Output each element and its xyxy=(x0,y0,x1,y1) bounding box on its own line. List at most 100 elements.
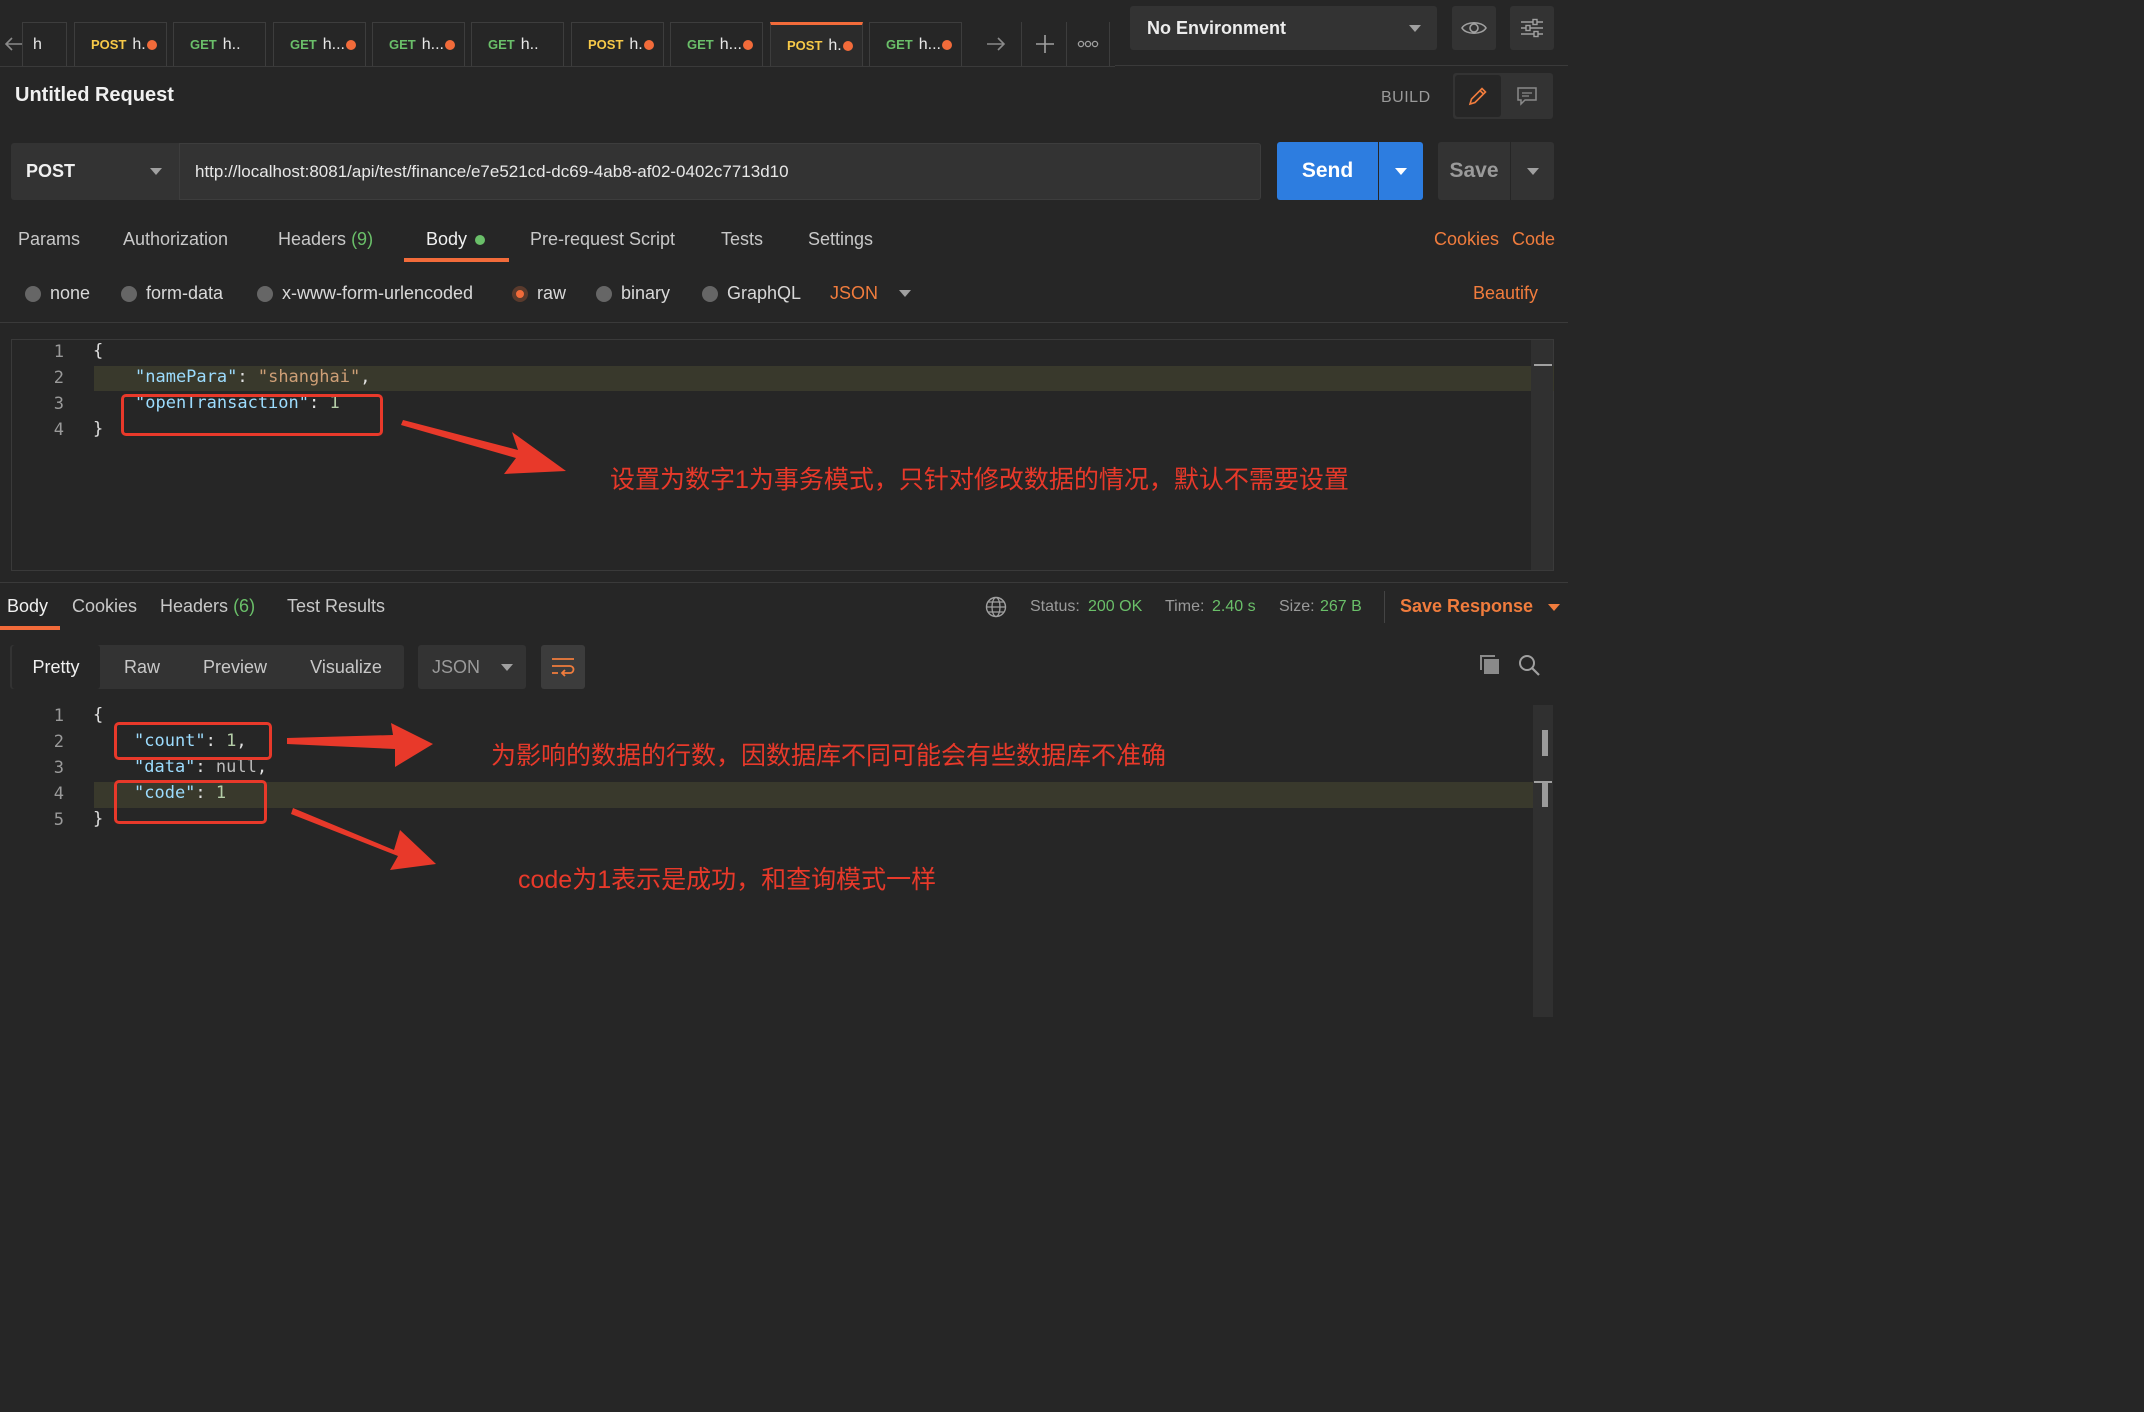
tab-name: h xyxy=(33,35,42,53)
annotation-box xyxy=(121,394,383,436)
request-title[interactable]: Untitled Request xyxy=(15,84,174,107)
tab-method: POST xyxy=(91,37,127,52)
time-label: Time: xyxy=(1165,598,1205,615)
chevron-down-icon xyxy=(1548,603,1561,611)
tab-method: GET xyxy=(389,37,416,52)
annotation-arrow xyxy=(401,420,566,474)
tab-settings[interactable]: Settings xyxy=(808,229,873,250)
editor-scrollbar[interactable] xyxy=(1531,340,1553,570)
tab-name: h... xyxy=(421,35,444,53)
save-button[interactable]: Save xyxy=(1438,142,1510,200)
annotation-arrow xyxy=(287,723,433,767)
tab-body-label: Body xyxy=(426,229,468,249)
response-tab-body[interactable]: Body xyxy=(7,596,48,617)
annotation-note: 设置为数字1为事务模式，只针对修改数据的情况，默认不需要设置 xyxy=(610,466,1349,494)
view-pretty-button[interactable]: Pretty xyxy=(12,645,100,689)
wrap-lines-button[interactable] xyxy=(541,645,585,689)
copy-icon[interactable] xyxy=(1478,653,1502,682)
response-tab-headers[interactable]: Headers (6) xyxy=(160,596,255,617)
manage-environments-button[interactable] xyxy=(1510,6,1554,50)
new-tab-plus-icon[interactable] xyxy=(1021,22,1067,66)
network-globe-icon[interactable] xyxy=(985,596,1007,623)
body-set-dot-icon xyxy=(475,234,486,245)
tab-params[interactable]: Params xyxy=(18,229,80,250)
request-tab[interactable]: GET h... xyxy=(670,22,763,66)
comments-button[interactable] xyxy=(1503,75,1551,117)
response-format-select[interactable]: JSON xyxy=(418,645,526,689)
tab-method: POST xyxy=(787,38,823,53)
response-tab-cookies[interactable]: Cookies xyxy=(72,596,137,617)
body-type-none[interactable]: none xyxy=(25,283,90,304)
request-tab[interactable]: GET h.. xyxy=(173,22,266,66)
code-link[interactable]: Code xyxy=(1512,229,1555,250)
body-type-raw[interactable]: raw xyxy=(512,283,566,304)
request-tab[interactable]: POST h. xyxy=(571,22,664,66)
view-preview-button[interactable]: Preview xyxy=(190,645,280,689)
request-tab[interactable]: GET h... xyxy=(372,22,465,66)
tab-method: GET xyxy=(687,37,714,52)
save-options-button[interactable] xyxy=(1511,142,1554,200)
active-tab-indicator xyxy=(404,258,509,262)
tab-name: h.. xyxy=(222,35,241,53)
tab-name: h... xyxy=(322,35,345,53)
size-label: Size: xyxy=(1279,598,1315,615)
size-value[interactable]: 267 B xyxy=(1320,598,1362,616)
tab-name: h... xyxy=(719,35,742,53)
status-value[interactable]: 200 OK xyxy=(1088,598,1142,616)
tab-method: GET xyxy=(886,37,913,52)
tab-scroll-right-icon[interactable] xyxy=(972,22,1020,66)
request-tab[interactable]: h xyxy=(22,22,67,66)
code-line: "namePara": "shanghai", xyxy=(135,367,371,387)
unsaved-dot-icon xyxy=(146,39,157,50)
search-icon[interactable] xyxy=(1517,653,1541,682)
tab-name: h. xyxy=(132,35,146,53)
tab-headers[interactable]: Headers (9) xyxy=(278,229,373,250)
annotation-note: 为影响的数据的行数，因数据库不同可能会有些数据库不准确 xyxy=(491,742,1167,770)
line-number: 1 xyxy=(53,706,64,726)
body-type-urlencoded[interactable]: x-www-form-urlencoded xyxy=(257,283,473,304)
request-tab[interactable]: GET h... xyxy=(869,22,962,66)
environment-select[interactable]: No Environment xyxy=(1130,6,1437,50)
scrollbar-thumb[interactable] xyxy=(1542,730,1548,756)
line-number: 3 xyxy=(53,758,64,778)
active-tab-indicator xyxy=(0,626,60,630)
cookies-link[interactable]: Cookies xyxy=(1434,229,1499,250)
line-number: 2 xyxy=(53,732,64,752)
json-key: "namePara" xyxy=(135,367,238,387)
time-value[interactable]: 2.40 s xyxy=(1212,598,1256,616)
environment-quick-look-button[interactable] xyxy=(1452,6,1496,50)
response-format-value: JSON xyxy=(432,656,481,677)
beautify-link[interactable]: Beautify xyxy=(1473,283,1538,304)
view-raw-button[interactable]: Raw xyxy=(106,645,178,689)
request-tab[interactable]: GET h... xyxy=(273,22,366,66)
request-tab[interactable]: POST h. xyxy=(74,22,167,66)
http-method-select[interactable]: POST xyxy=(11,143,179,200)
tab-authorization[interactable]: Authorization xyxy=(123,229,228,250)
request-tab-active[interactable]: POST h. xyxy=(770,22,863,66)
tab-pre-request-script[interactable]: Pre-request Script xyxy=(530,229,675,250)
save-response-button[interactable]: Save Response xyxy=(1400,596,1561,617)
unsaved-dot-icon xyxy=(444,39,455,50)
edit-mode-button[interactable] xyxy=(1455,75,1501,117)
view-visualize-button[interactable]: Visualize xyxy=(296,645,396,689)
tab-tests[interactable]: Tests xyxy=(721,229,763,250)
line-number: 3 xyxy=(53,394,64,414)
status-label: Status: xyxy=(1030,598,1080,615)
more-options-icon[interactable] xyxy=(1066,22,1110,66)
request-tab[interactable]: GET h.. xyxy=(471,22,564,66)
response-tab-headers-label: Headers xyxy=(160,596,229,616)
body-type-binary[interactable]: binary xyxy=(596,283,670,304)
response-tab-test-results[interactable]: Test Results xyxy=(287,596,385,617)
body-type-graphql[interactable]: GraphQL xyxy=(702,283,801,304)
tab-body[interactable]: Body xyxy=(426,229,486,250)
divider xyxy=(0,322,1568,323)
code-brace: } xyxy=(93,809,104,829)
radio-label: form-data xyxy=(146,283,224,303)
send-button[interactable]: Send xyxy=(1277,142,1378,200)
body-type-form-data[interactable]: form-data xyxy=(121,283,223,304)
send-options-button[interactable] xyxy=(1379,142,1423,200)
raw-format-select[interactable]: JSON xyxy=(830,283,912,304)
comment-icon xyxy=(1517,87,1537,106)
radio-label: x-www-form-urlencoded xyxy=(282,283,474,303)
url-input[interactable]: http://localhost:8081/api/test/finance/e… xyxy=(179,143,1261,200)
